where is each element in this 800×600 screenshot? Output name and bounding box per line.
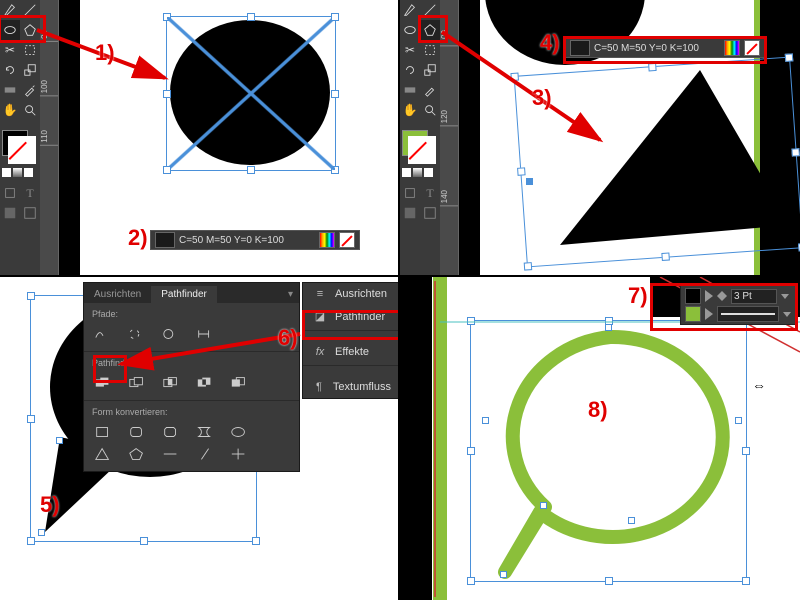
menu-item-label: Effekte bbox=[335, 346, 369, 358]
spectrum-icon[interactable] bbox=[319, 232, 335, 248]
apply-color-icon[interactable] bbox=[402, 168, 411, 177]
pen-tool[interactable] bbox=[400, 0, 420, 20]
anchor-point[interactable] bbox=[56, 437, 63, 444]
fx-icon: fx bbox=[311, 346, 329, 358]
convert-line-orth-icon[interactable] bbox=[228, 445, 250, 463]
anchor-point[interactable] bbox=[540, 502, 547, 509]
rotate-tool[interactable] bbox=[400, 60, 420, 80]
menu-item-textumfluss[interactable]: ¶ Textumfluss bbox=[303, 376, 398, 398]
ruler-tick: 140 bbox=[440, 190, 458, 206]
formatting-container-icon[interactable] bbox=[0, 183, 20, 203]
formatting-container-icon[interactable] bbox=[400, 183, 420, 203]
menu-item-label: Textumfluss bbox=[333, 381, 391, 393]
anchor-point[interactable] bbox=[735, 417, 742, 424]
annotation-arrow bbox=[115, 331, 305, 371]
selection-bounding-box[interactable] bbox=[166, 16, 336, 171]
annotation-highlight bbox=[650, 283, 798, 331]
pathfinder-exclude-icon[interactable] bbox=[194, 374, 216, 392]
menu-item-label: Ausrichten bbox=[335, 288, 387, 300]
apply-none-icon[interactable] bbox=[424, 168, 433, 177]
anchor-point[interactable] bbox=[482, 417, 489, 424]
convert-rect-icon[interactable] bbox=[92, 423, 114, 441]
move-cursor-icon: ⇔ bbox=[752, 377, 766, 393]
none-swatch-icon[interactable] bbox=[339, 232, 355, 248]
pathfinder-minus-back-icon[interactable] bbox=[228, 374, 250, 392]
apply-color-icon[interactable] bbox=[2, 168, 11, 177]
tab-pathfinder[interactable]: Pathfinder bbox=[151, 286, 217, 303]
zoom-tool[interactable] bbox=[420, 100, 440, 120]
scissors-tool[interactable]: ✂ bbox=[400, 40, 420, 60]
pathfinder-subtract-icon[interactable] bbox=[126, 374, 148, 392]
annotation-label: 7) bbox=[628, 283, 648, 309]
annotation-label: 2) bbox=[128, 225, 148, 251]
fill-stroke-swatch[interactable] bbox=[2, 130, 36, 164]
section-label: Form konvertieren: bbox=[92, 407, 291, 417]
hand-tool[interactable]: ✋ bbox=[400, 100, 420, 120]
view-mode-normal-icon[interactable] bbox=[400, 203, 420, 223]
align-icon: ≡ bbox=[311, 288, 329, 300]
textwrap-icon: ¶ bbox=[311, 381, 327, 393]
convert-inverse-rect-icon[interactable] bbox=[194, 423, 216, 441]
rotate-tool[interactable] bbox=[0, 60, 20, 80]
formatting-text-icon[interactable]: T bbox=[20, 183, 40, 203]
zoom-tool[interactable] bbox=[20, 100, 40, 120]
tab-ausrichten[interactable]: Ausrichten bbox=[84, 286, 151, 303]
hand-tool[interactable]: ✋ bbox=[0, 100, 20, 120]
free-transform-tool[interactable] bbox=[420, 40, 440, 60]
convert-bevel-rect-icon[interactable] bbox=[160, 423, 182, 441]
section-label: Pfade: bbox=[92, 309, 291, 319]
scale-tool[interactable] bbox=[420, 60, 440, 80]
scissors-tool[interactable]: ✂ bbox=[0, 40, 20, 60]
anchor-point[interactable] bbox=[38, 529, 45, 536]
ellipse-tool[interactable] bbox=[400, 20, 420, 40]
menu-item-effekte[interactable]: fx Effekte bbox=[303, 341, 398, 363]
menu-item-ausrichten[interactable]: ≡ Ausrichten bbox=[303, 283, 398, 305]
join-path-icon[interactable] bbox=[92, 325, 114, 343]
formatting-text-icon[interactable]: T bbox=[420, 183, 440, 203]
fill-stroke-swatch[interactable] bbox=[402, 130, 436, 164]
annotation-arrow bbox=[440, 30, 620, 150]
annotation-label: 3) bbox=[532, 85, 552, 111]
annotation-label: 4) bbox=[540, 30, 560, 56]
gradient-tool[interactable] bbox=[400, 80, 420, 100]
convert-polygon-icon[interactable] bbox=[126, 445, 148, 463]
convert-ellipse-icon[interactable] bbox=[228, 423, 250, 441]
annotation-label: 1) bbox=[95, 40, 115, 66]
view-mode-preview-icon[interactable] bbox=[20, 203, 40, 223]
apply-gradient-icon[interactable] bbox=[413, 168, 422, 177]
effects-menu: ≡Ausrichten ◪Pathfinder fxEffekte ¶Textu… bbox=[302, 282, 398, 399]
anchor-point[interactable] bbox=[500, 571, 507, 578]
annotation-label: 5) bbox=[40, 492, 60, 518]
gradient-tool[interactable] bbox=[0, 80, 20, 100]
anchor-point[interactable] bbox=[628, 517, 635, 524]
anchor-point[interactable] bbox=[526, 178, 533, 185]
apply-none-icon[interactable] bbox=[24, 168, 33, 177]
view-mode-normal-icon[interactable] bbox=[0, 203, 20, 223]
panel-menu-icon[interactable]: ▾ bbox=[282, 286, 299, 303]
eyedropper-tool[interactable] bbox=[420, 80, 440, 100]
color-swatch-label: C=50 M=50 Y=0 K=100 bbox=[179, 235, 284, 246]
view-mode-preview-icon[interactable] bbox=[420, 203, 440, 223]
convert-rounded-rect-icon[interactable] bbox=[126, 423, 148, 441]
color-swatch-bar[interactable]: C=50 M=50 Y=0 K=100 bbox=[150, 230, 360, 250]
annotation-label: 6) bbox=[278, 325, 298, 351]
convert-line-v-icon[interactable] bbox=[194, 445, 216, 463]
convert-line-h-icon[interactable] bbox=[160, 445, 182, 463]
convert-triangle-icon[interactable] bbox=[92, 445, 114, 463]
current-swatch-icon bbox=[155, 232, 175, 248]
selection-bounding-box[interactable] bbox=[470, 320, 747, 582]
annotation-highlight bbox=[302, 310, 398, 340]
anchor-point[interactable] bbox=[605, 324, 612, 331]
annotation-label: 8) bbox=[588, 397, 608, 423]
apply-gradient-icon[interactable] bbox=[13, 168, 22, 177]
pathfinder-intersect-icon[interactable] bbox=[160, 374, 182, 392]
ruler-tick: 110 bbox=[40, 130, 58, 146]
